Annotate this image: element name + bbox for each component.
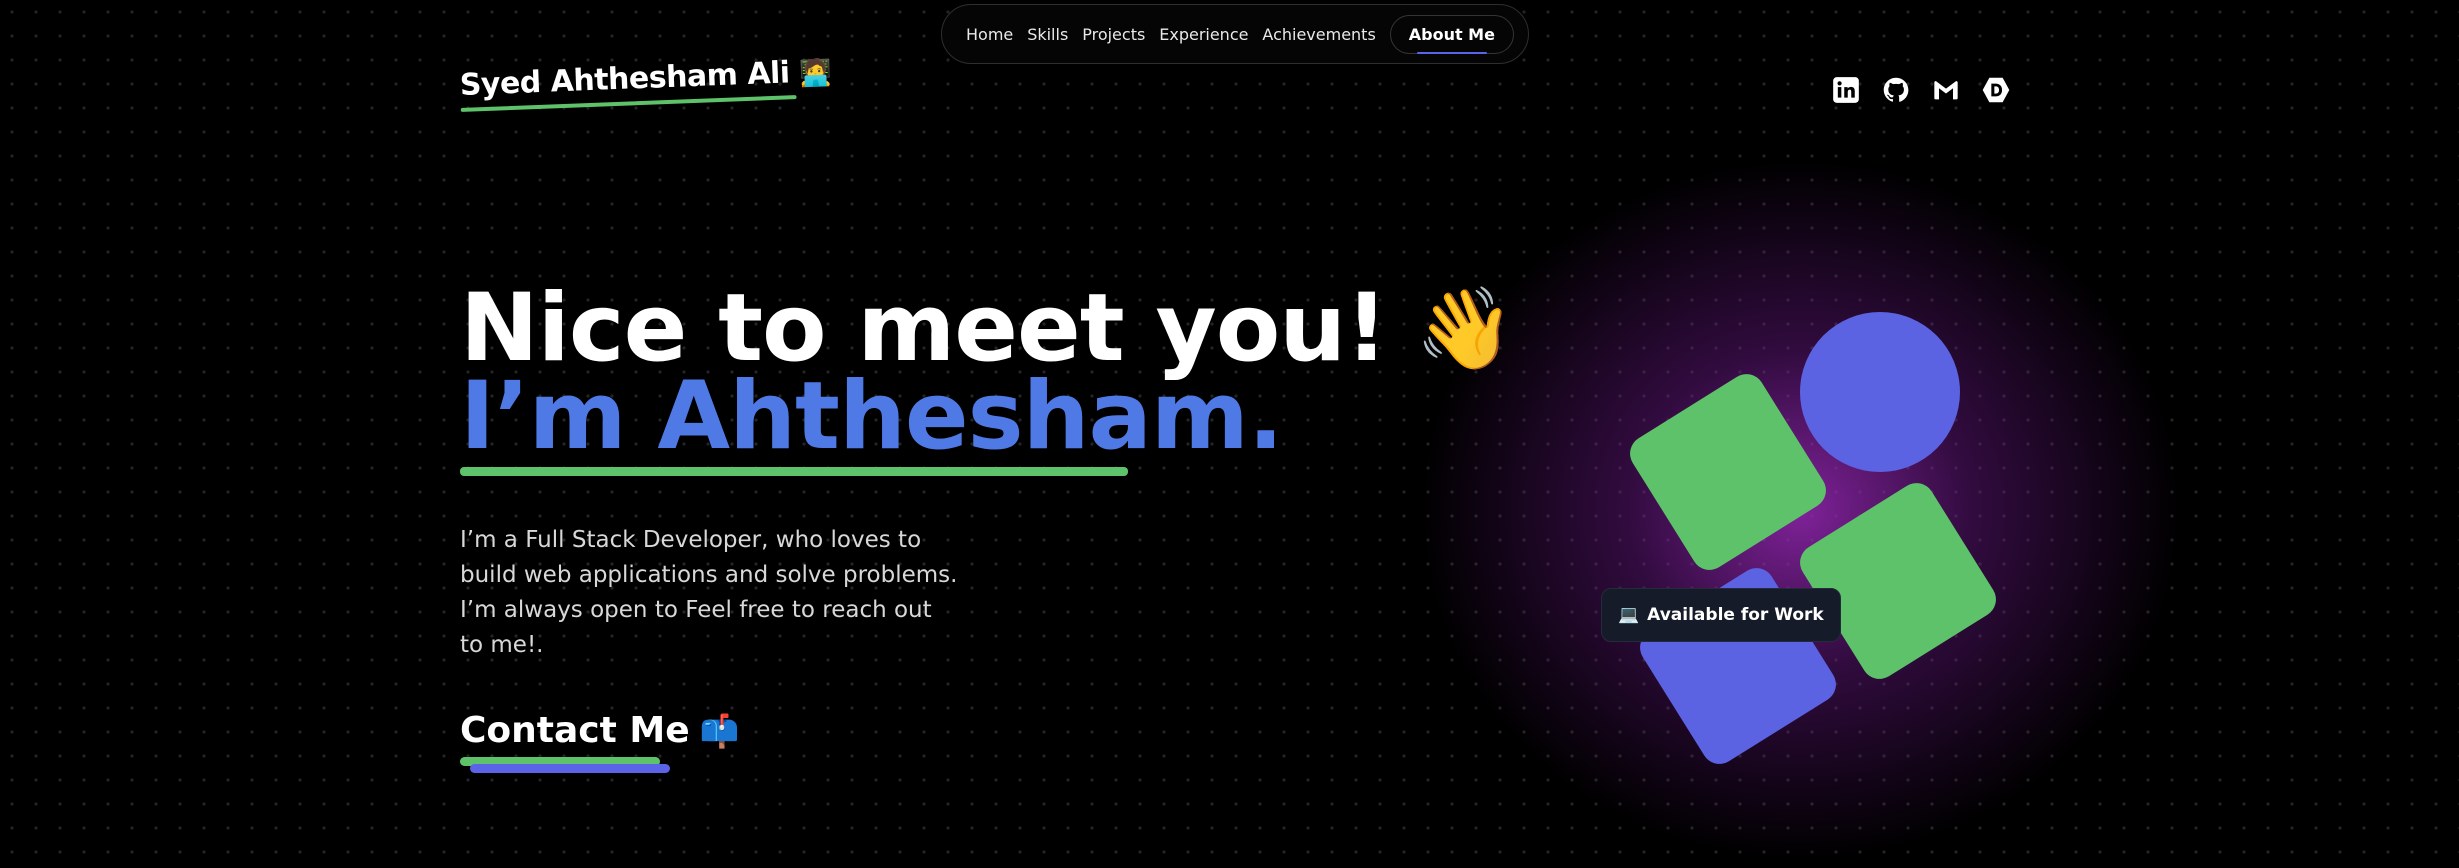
nav-about-me[interactable]: About Me	[1389, 14, 1514, 54]
social-links	[1832, 76, 2010, 104]
contact-me-button[interactable]: Contact Me 📫	[460, 710, 739, 773]
nav-skills[interactable]: Skills	[1027, 25, 1068, 44]
nav-projects[interactable]: Projects	[1082, 25, 1145, 44]
linkedin-icon[interactable]	[1832, 76, 1860, 104]
blue-circle-shape	[1800, 312, 1960, 472]
top-nav: Home Skills Projects Experience Achievem…	[941, 4, 1529, 64]
name-text: I’m Ahthesham.	[460, 362, 1284, 471]
technologist-emoji: 🧑‍💻	[799, 57, 833, 89]
github-icon[interactable]	[1882, 76, 1910, 104]
badge-text: Available for Work	[1647, 605, 1824, 625]
devpost-icon[interactable]	[1982, 76, 2010, 104]
contact-label-row: Contact Me 📫	[460, 710, 739, 751]
gmail-icon[interactable]	[1932, 76, 1960, 104]
contact-underline-blue	[470, 764, 670, 773]
greeting-line: Nice to meet you! 👋	[460, 274, 1515, 383]
greeting-text: Nice to meet you!	[460, 274, 1388, 383]
nav-experience[interactable]: Experience	[1159, 25, 1248, 44]
logo-name: Syed Ahthesham Ali	[459, 55, 791, 103]
hero-heading: Nice to meet you! 👋 I’m Ahthesham.	[460, 274, 1515, 476]
site-logo[interactable]: Syed Ahthesham Ali 🧑‍💻	[459, 54, 832, 112]
contact-label: Contact Me	[460, 710, 690, 751]
nav-home[interactable]: Home	[966, 25, 1013, 44]
name-line: I’m Ahthesham.	[460, 362, 1514, 471]
nav-achievements[interactable]: Achievements	[1262, 25, 1375, 44]
available-for-work-badge: 💻 Available for Work	[1601, 588, 1841, 642]
mailbox-emoji: 📫	[699, 711, 740, 750]
bio-paragraph: I’m a Full Stack Developer, who loves to…	[460, 527, 958, 658]
laptop-emoji: 💻	[1618, 605, 1640, 625]
